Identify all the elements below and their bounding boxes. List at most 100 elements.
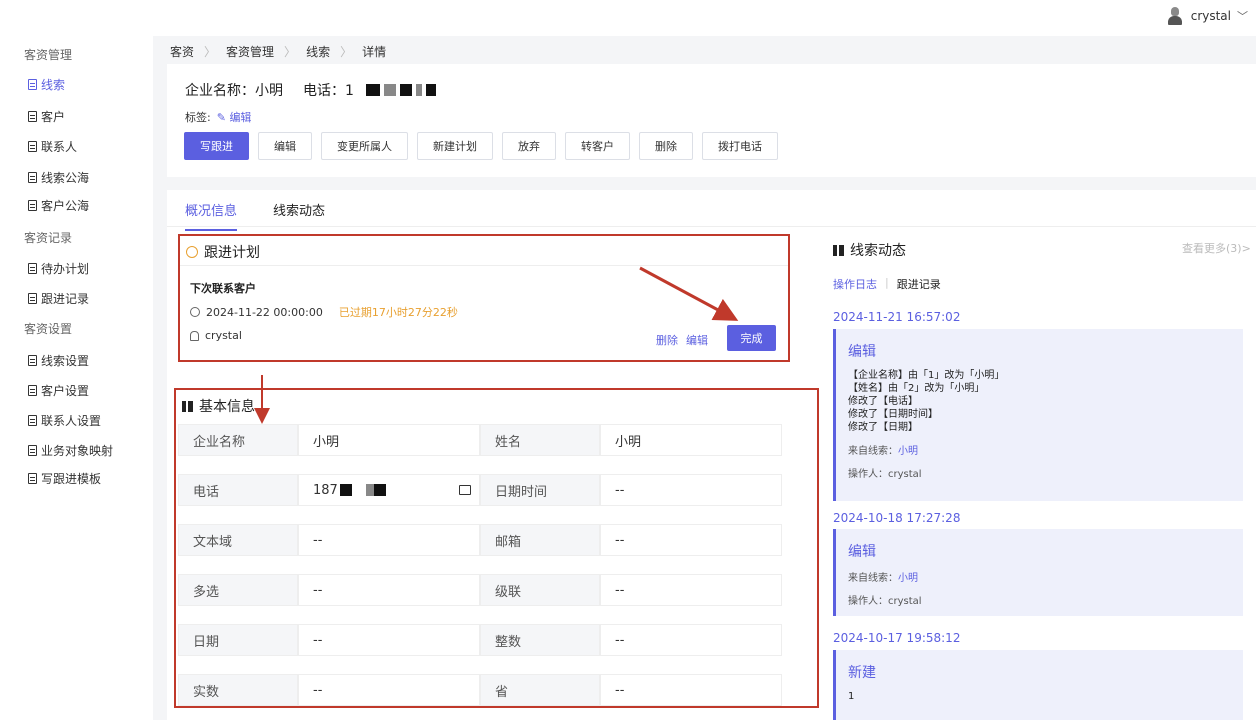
breadcrumb-item[interactable]: 客资管理 <box>226 43 274 60</box>
field-value: -- <box>600 624 782 656</box>
field-label: 姓名 <box>480 424 600 456</box>
sidebar-item-object-mapping[interactable]: 业务对象映射 <box>28 442 113 459</box>
basic-info-title: 基本信息 <box>199 399 255 415</box>
log-operator: 操作人：crystal <box>848 469 922 480</box>
complete-button[interactable]: 完成 <box>727 325 776 351</box>
document-icon <box>28 293 37 304</box>
field-label: 级联 <box>480 574 600 606</box>
field-value: -- <box>298 574 480 606</box>
field-value: -- <box>600 524 782 556</box>
username: crystal <box>1190 9 1231 23</box>
document-icon <box>28 200 37 211</box>
write-followup-button[interactable]: 写跟进 <box>184 132 249 160</box>
convert-customer-button[interactable]: 转客户 <box>565 132 630 160</box>
field-row: 企业名称 小明 姓名 小明 <box>178 424 782 456</box>
sidebar: 客资管理 线索 客户 联系人 线索公海 客户公海 客资记录 待办计划 跟进记录 … <box>0 36 153 720</box>
breadcrumb-item[interactable]: 线索 <box>306 43 330 60</box>
chevron-down-icon: ﹀ <box>1237 10 1248 23</box>
field-label: 文本域 <box>178 524 298 556</box>
field-value: -- <box>600 574 782 606</box>
plan-edit-link[interactable]: 编辑 <box>686 332 708 348</box>
tab-operation-log[interactable]: 操作日志 <box>833 276 877 292</box>
field-label: 实数 <box>178 674 298 706</box>
field-label: 日期时间 <box>480 474 600 506</box>
document-icon <box>28 141 37 152</box>
document-icon <box>28 415 37 426</box>
document-icon <box>28 385 37 396</box>
change-owner-button[interactable]: 变更所属人 <box>321 132 408 160</box>
sidebar-item-customer-settings[interactable]: 客户设置 <box>28 382 89 399</box>
breadcrumb-item[interactable]: 客资 <box>170 43 194 60</box>
log-date: 2024-10-17 19:58:12 <box>833 631 961 645</box>
main-card: 概况信息 线索动态 跟进计划 下次联系客户 2024-11-22 00:00:0… <box>167 190 1256 720</box>
log-line: 修改了【电话】 <box>848 396 918 407</box>
dynamics-title: 线索动态 <box>850 243 906 259</box>
mail-icon[interactable] <box>459 485 471 495</box>
top-bar: crystal ﹀ <box>0 0 1256 36</box>
company-name: 企业名称：小明 <box>185 83 283 99</box>
section-bar-icon <box>833 244 844 256</box>
log-line: 修改了【日期时间】 <box>848 409 938 420</box>
document-icon <box>28 445 37 456</box>
sidebar-group-records: 客资记录 <box>24 231 73 245</box>
log-source: 来自线索：小明 <box>848 573 918 584</box>
document-icon <box>28 473 37 484</box>
field-value: -- <box>600 474 782 506</box>
field-row: 电话 187 日期时间 -- <box>178 474 782 506</box>
sidebar-item-customers[interactable]: 客户 <box>28 108 65 125</box>
field-value: 小明 <box>298 424 480 456</box>
action-bar: 写跟进 编辑 变更所属人 新建计划 放弃 转客户 删除 拨打电话 <box>184 132 778 160</box>
tab-follow-records[interactable]: 跟进记录 <box>897 276 941 292</box>
edit-button[interactable]: 编辑 <box>258 132 312 160</box>
call-button[interactable]: 拨打电话 <box>702 132 778 160</box>
field-label: 省 <box>480 674 600 706</box>
field-value: -- <box>298 674 480 706</box>
field-label: 邮箱 <box>480 524 600 556</box>
log-source-link[interactable]: 小明 <box>898 446 918 457</box>
log-title: 新建 <box>848 665 876 681</box>
sidebar-item-lead-settings[interactable]: 线索设置 <box>28 352 89 369</box>
field-value: 小明 <box>600 424 782 456</box>
user-menu[interactable]: crystal ﹀ <box>1165 6 1248 26</box>
log-line: 1 <box>848 691 855 702</box>
delete-button[interactable]: 删除 <box>639 132 693 160</box>
sidebar-item-contacts[interactable]: 联系人 <box>28 138 77 155</box>
follow-plan-section: 跟进计划 下次联系客户 2024-11-22 00:00:00 已过期17小时2… <box>178 234 790 362</box>
field-label: 多选 <box>178 574 298 606</box>
field-label: 企业名称 <box>178 424 298 456</box>
log-line: 修改了【日期】 <box>848 422 918 433</box>
log-operator: 操作人：crystal <box>848 596 922 607</box>
sidebar-item-lead-pool[interactable]: 线索公海 <box>28 169 89 186</box>
overdue-status: 已过期17小时27分22秒 <box>338 306 458 319</box>
log-title: 编辑 <box>848 344 876 360</box>
field-label: 整数 <box>480 624 600 656</box>
tags-edit-link[interactable]: ✎ 编辑 <box>217 109 252 125</box>
avatar <box>1165 6 1185 26</box>
sidebar-item-leads[interactable]: 线索 <box>28 76 65 93</box>
sidebar-item-follow-records[interactable]: 跟进记录 <box>28 290 89 307</box>
plan-name: 下次联系客户 <box>190 282 256 295</box>
field-value: -- <box>600 674 782 706</box>
abandon-button[interactable]: 放弃 <box>502 132 556 160</box>
document-icon <box>28 79 37 90</box>
lead-header-card: 企业名称：小明 电话：1 标签: ✎ 编辑 写跟进 编辑 变更所属人 新建计划 … <box>167 64 1256 177</box>
basic-info-section: 基本信息 企业名称 小明 姓名 小明 电话 187 日期时间 -- 文本域 --… <box>174 388 819 708</box>
field-row: 日期 -- 整数 -- <box>178 624 782 656</box>
sidebar-item-todo-plans[interactable]: 待办计划 <box>28 260 89 277</box>
see-more-link[interactable]: 查看更多(3)> <box>1182 240 1251 256</box>
field-label: 电话 <box>178 474 298 506</box>
document-icon <box>28 263 37 274</box>
log-source-link[interactable]: 小明 <box>898 573 918 584</box>
new-plan-button[interactable]: 新建计划 <box>417 132 493 160</box>
plan-time: 2024-11-22 00:00:00 <box>206 305 323 319</box>
sidebar-item-follow-template[interactable]: 写跟进模板 <box>28 470 101 487</box>
sidebar-item-contact-settings[interactable]: 联系人设置 <box>28 412 101 429</box>
sidebar-item-customer-pool[interactable]: 客户公海 <box>28 197 89 214</box>
breadcrumb: 客资〉 客资管理〉 线索〉 详情 <box>170 43 387 60</box>
plan-delete-link[interactable]: 删除 <box>656 332 678 348</box>
log-date: 2024-11-21 16:57:02 <box>833 310 961 324</box>
field-row: 实数 -- 省 -- <box>178 674 782 706</box>
log-card: 编辑 【企业名称】由「1」改为「小明」 【姓名】由「2」改为「小明」 修改了【电… <box>833 329 1243 501</box>
plan-owner: crystal <box>205 329 242 342</box>
user-icon <box>190 330 199 341</box>
